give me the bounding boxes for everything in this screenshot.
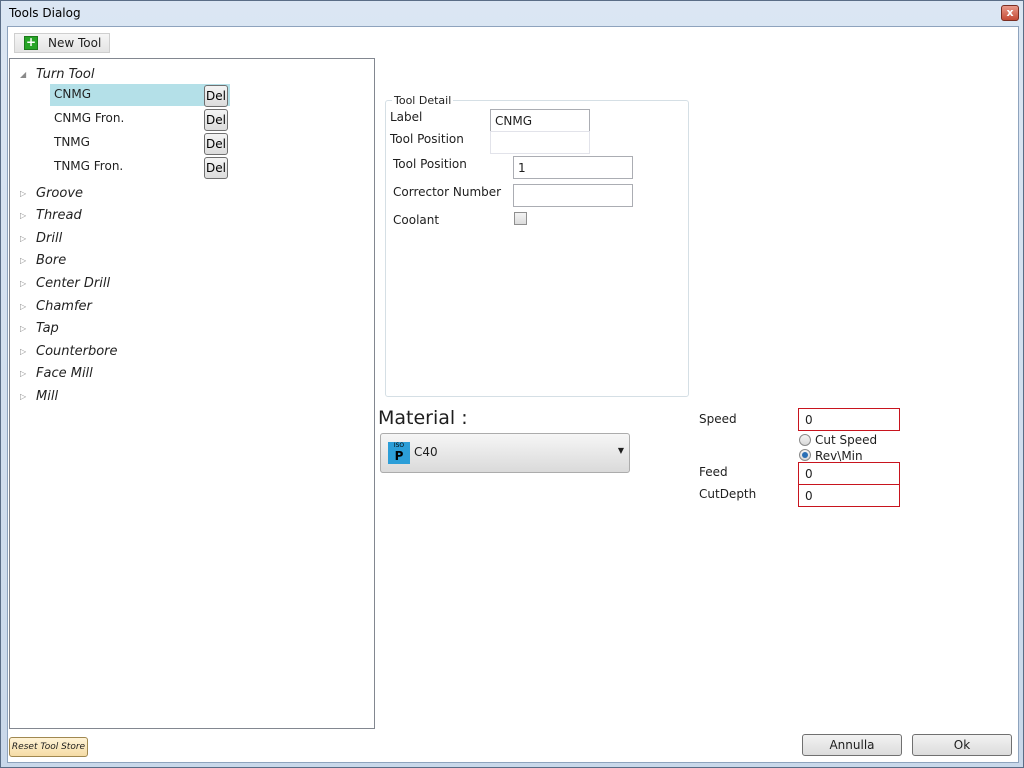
collapsed-arrow-icon[interactable]: ▷ xyxy=(20,234,34,243)
material-title: Material : xyxy=(378,407,468,429)
tree-child-cnmg[interactable]: CNMG Del xyxy=(50,84,230,107)
tree-node-center-drill[interactable]: ▷ Center Drill xyxy=(20,274,110,292)
tree-node-label: Bore xyxy=(36,252,67,268)
window-title: Tools Dialog xyxy=(9,6,81,20)
tree-node-label: Tap xyxy=(36,320,59,336)
iso-p-icon: ISO P xyxy=(388,442,410,464)
tree-node-face-mill[interactable]: ▷ Face Mill xyxy=(20,364,93,382)
tree-node-chamfer[interactable]: ▷ Chamfer xyxy=(20,297,92,315)
rev-min-radio[interactable] xyxy=(799,449,811,461)
collapsed-arrow-icon[interactable]: ▷ xyxy=(20,347,34,356)
tool-position-caption: Tool Position xyxy=(390,132,464,146)
tree-node-label: Counterbore xyxy=(36,343,118,359)
tree-child-label: TNMG Fron. xyxy=(54,159,124,173)
tree-node-label: Drill xyxy=(36,230,63,246)
ok-button[interactable]: Ok xyxy=(912,734,1012,756)
material-dropdown[interactable]: ISO P C40 ▼ xyxy=(380,433,630,473)
tree-node-label: Center Drill xyxy=(36,275,111,291)
rev-min-label: Rev\Min xyxy=(815,449,863,463)
collapsed-arrow-icon[interactable]: ▷ xyxy=(20,256,34,265)
tree-node-label: Face Mill xyxy=(36,365,93,381)
tree-node-counterbore[interactable]: ▷ Counterbore xyxy=(20,342,118,360)
tree-node-label: Mill xyxy=(36,388,59,404)
cut-speed-label: Cut Speed xyxy=(815,433,878,447)
collapsed-arrow-icon[interactable]: ▷ xyxy=(20,369,34,378)
plus-icon: + xyxy=(24,35,38,50)
label-caption: Label xyxy=(390,110,423,124)
tree-node-label: Thread xyxy=(36,207,82,223)
speed-label: Speed xyxy=(699,412,737,426)
tree-node-mill[interactable]: ▷ Mill xyxy=(20,387,58,405)
expanded-arrow-icon[interactable]: ◢ xyxy=(20,70,34,79)
feed-field[interactable]: 0 xyxy=(798,462,900,485)
tool-tree[interactable]: ◢ Turn Tool CNMG Del CNMG Fron. Del TNMG… xyxy=(9,58,375,729)
tree-node-turn-tool[interactable]: ◢ Turn Tool xyxy=(20,65,94,83)
delete-button[interactable]: Del xyxy=(204,157,228,179)
cancel-button[interactable]: Annulla xyxy=(802,734,902,756)
tree-child-label: CNMG Fron. xyxy=(54,111,125,125)
new-tool-button[interactable]: + New Tool xyxy=(14,33,110,53)
cut-speed-radio[interactable] xyxy=(799,434,811,446)
tree-child-tnmg-fron[interactable]: TNMG Fron. Del xyxy=(50,156,230,179)
tree-child-label: CNMG xyxy=(54,87,92,101)
collapsed-arrow-icon[interactable]: ▷ xyxy=(20,279,34,288)
chevron-down-icon: ▼ xyxy=(617,446,624,455)
dialog-client-area: + New Tool ◢ Turn Tool CNMG Del CNMG Fro… xyxy=(7,26,1019,763)
corrector-number-caption: Corrector Number xyxy=(393,185,502,199)
tree-node-label: Chamfer xyxy=(36,298,92,314)
tree-node-thread[interactable]: ▷ Thread xyxy=(20,206,82,224)
tree-child-label: TNMG xyxy=(54,135,90,149)
tool-position-caption: Tool Position xyxy=(393,157,467,171)
feed-label: Feed xyxy=(699,465,728,479)
tree-node-label: Groove xyxy=(36,185,84,201)
coolant-caption: Coolant xyxy=(393,213,440,227)
cutdepth-field[interactable]: 0 xyxy=(798,484,900,507)
cutdepth-label: CutDepth xyxy=(699,487,757,501)
delete-button[interactable]: Del xyxy=(204,133,228,155)
delete-button[interactable]: Del xyxy=(204,109,228,131)
collapsed-arrow-icon[interactable]: ▷ xyxy=(20,302,34,311)
close-button[interactable]: x xyxy=(1001,5,1019,21)
coolant-checkbox[interactable] xyxy=(514,212,527,225)
tool-position-field[interactable]: 1 xyxy=(513,156,633,179)
collapsed-arrow-icon[interactable]: ▷ xyxy=(20,189,34,198)
new-tool-label: New Tool xyxy=(48,36,102,50)
speed-field[interactable]: 0 xyxy=(798,408,900,431)
tree-node-groove[interactable]: ▷ Groove xyxy=(20,184,83,202)
delete-button[interactable]: Del xyxy=(204,85,228,107)
corrector-number-field[interactable] xyxy=(513,184,633,207)
tool-position-field[interactable] xyxy=(490,131,590,154)
title-bar: Tools Dialog x xyxy=(1,1,1023,25)
tree-child-tnmg[interactable]: TNMG Del xyxy=(50,132,230,155)
tree-node-bore[interactable]: ▷ Bore xyxy=(20,251,66,269)
tree-node-drill[interactable]: ▷ Drill xyxy=(20,229,62,247)
tree-child-cnmg-fron[interactable]: CNMG Fron. Del xyxy=(50,108,230,131)
tree-node-label: Turn Tool xyxy=(36,66,95,82)
collapsed-arrow-icon[interactable]: ▷ xyxy=(20,392,34,401)
close-icon: x xyxy=(1006,6,1014,19)
tool-detail-title: Tool Detail xyxy=(392,94,454,107)
collapsed-arrow-icon[interactable]: ▷ xyxy=(20,324,34,333)
label-field[interactable]: CNMG xyxy=(490,109,590,132)
material-selected-value: C40 xyxy=(414,445,438,459)
tree-node-tap[interactable]: ▷ Tap xyxy=(20,319,59,337)
reset-tool-store-button[interactable]: Reset Tool Store xyxy=(9,737,88,757)
tools-dialog-window: Tools Dialog x + New Tool ◢ Turn Tool CN… xyxy=(0,0,1024,768)
collapsed-arrow-icon[interactable]: ▷ xyxy=(20,211,34,220)
tool-detail-group: Tool Detail Label CNMG Tool Position Too… xyxy=(385,94,689,397)
